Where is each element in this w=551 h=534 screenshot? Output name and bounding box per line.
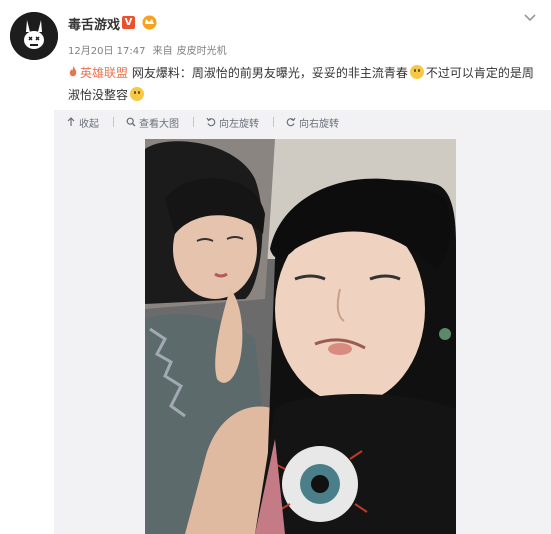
post-text-part1: 网友爆料：周淑怡的前男友曝光，妥妥的非主流青春 xyxy=(131,66,408,80)
toolbar-divider xyxy=(193,117,194,127)
chevron-down-icon[interactable] xyxy=(519,8,541,28)
rotate-right-icon xyxy=(286,117,296,127)
toolbar-divider xyxy=(273,117,274,127)
view-large-button[interactable]: 查看大图 xyxy=(126,115,179,130)
avatar[interactable] xyxy=(10,12,58,60)
rotate-left-icon xyxy=(206,117,216,127)
member-crown-icon xyxy=(142,15,157,30)
username[interactable]: 毒舌游戏 xyxy=(68,14,120,33)
flame-icon xyxy=(69,66,77,77)
rotate-right-button[interactable]: 向右旋转 xyxy=(286,115,339,130)
search-icon xyxy=(126,117,136,127)
rotate-right-label: 向右旋转 xyxy=(299,118,339,130)
topic-link[interactable]: 英雄联盟 xyxy=(68,66,128,80)
collapse-label: 收起 xyxy=(79,118,99,130)
view-large-label: 查看大图 xyxy=(139,118,179,130)
collapse-button[interactable]: 收起 xyxy=(66,115,99,130)
rotate-left-label: 向左旋转 xyxy=(219,118,259,130)
source-prefix: 来自 xyxy=(152,46,173,57)
arrow-up-icon xyxy=(67,117,75,126)
smile-emoji-icon xyxy=(409,65,424,79)
topic-label: 英雄联盟 xyxy=(80,66,129,80)
verified-badge-icon: V xyxy=(122,16,135,29)
post-date[interactable]: 12月20日 17:47 xyxy=(68,46,145,57)
post-photo[interactable] xyxy=(145,139,456,534)
rotate-left-button[interactable]: 向左旋转 xyxy=(206,115,259,130)
post-meta: 12月20日 17:47 来自 皮皮时光机 xyxy=(68,42,231,57)
toolbar-divider xyxy=(113,117,114,127)
rabbit-logo-icon xyxy=(10,12,58,60)
selfie-photo-illustration xyxy=(145,139,456,534)
post-text: 英雄联盟 网友爆料：周淑怡的前男友曝光，妥妥的非主流青春 不过可以肯定的是周淑怡没… xyxy=(68,62,538,106)
media-toolbar: 收起 查看大图 向左旋转 向右旋转 xyxy=(66,114,353,130)
wink-emoji-icon xyxy=(130,87,145,101)
post-source[interactable]: 皮皮时光机 xyxy=(177,46,227,57)
